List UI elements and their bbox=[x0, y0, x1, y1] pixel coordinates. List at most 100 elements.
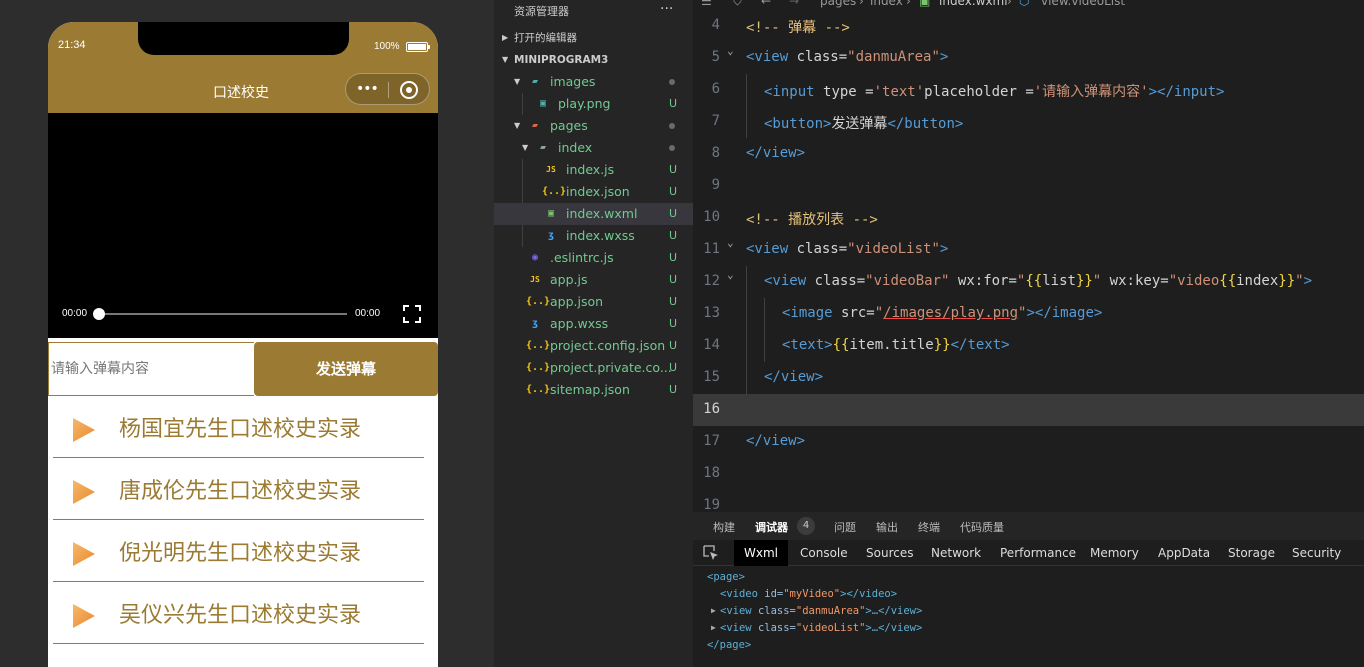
folder-images-icon: ▰ bbox=[531, 76, 539, 87]
video-list: 杨国宜先生口述校史实录 唐成伦先生口述校史实录 倪光明先生口述校史实录 吴仪兴先… bbox=[53, 396, 424, 644]
file-name: images bbox=[550, 74, 596, 89]
video-progress-track[interactable] bbox=[99, 313, 347, 315]
file-name: index.wxml bbox=[566, 206, 638, 221]
code-line[interactable]: 11 ⌄ <view class="videoList"> bbox=[693, 234, 1364, 266]
tree-item-app-wxss[interactable]: ʒ app.wxss U bbox=[494, 313, 693, 335]
inspect-element-icon[interactable] bbox=[703, 545, 719, 561]
code-line[interactable]: 18 bbox=[693, 458, 1364, 490]
tab-debugger[interactable]: 调试器 bbox=[755, 519, 788, 535]
dom-node[interactable]: </page> bbox=[707, 639, 751, 656]
tab-terminal[interactable]: 终端 bbox=[918, 519, 940, 535]
code-line[interactable]: 12 ⌄ <view class="videoBar" wx:for="{{li… bbox=[693, 266, 1364, 298]
tree-item-play-png[interactable]: ▣ play.png U bbox=[494, 93, 693, 115]
code-line[interactable]: 13 <image src="/images/play.png"></image… bbox=[693, 298, 1364, 330]
code-editor[interactable]: ☰ ⛉ ← → pages › index › ▣ index.wxml › ⬡… bbox=[693, 0, 1364, 512]
code-line[interactable]: 5 ⌄ <view class="danmuArea"> bbox=[693, 42, 1364, 74]
dom-node[interactable]: <view class="videoList">…</view> bbox=[720, 622, 922, 639]
code-text: <!-- 弹幕 --> bbox=[746, 20, 850, 36]
video-list-item[interactable]: 唐成伦先生口述校史实录 bbox=[53, 458, 424, 520]
tab-security[interactable]: Security bbox=[1292, 546, 1341, 560]
code-line-current[interactable]: 16 bbox=[693, 394, 1364, 426]
breadcrumb-item[interactable]: index.wxml bbox=[939, 0, 1008, 8]
code-line[interactable]: 17 </view> bbox=[693, 426, 1364, 458]
tree-item-index-folder[interactable]: ▼ ▰ index bbox=[494, 137, 693, 159]
tab-performance[interactable]: Performance bbox=[1000, 546, 1076, 560]
breadcrumb-item[interactable]: pages bbox=[820, 0, 856, 8]
file-explorer: 资源管理器 ··· ▶ 打开的编辑器 ▼ MINIPROGRAM3 ▼ ▰ im… bbox=[494, 0, 693, 667]
dom-node[interactable]: <video id="myVideo"></video> bbox=[720, 588, 897, 605]
dom-node[interactable]: <view class="danmuArea">…</view> bbox=[720, 605, 922, 622]
code-line[interactable]: 9 bbox=[693, 170, 1364, 202]
expand-caret-icon[interactable]: ▶ bbox=[711, 623, 716, 632]
code-line[interactable]: 6 <input type ='text'placeholder ='请输入弹幕… bbox=[693, 74, 1364, 106]
tab-problems[interactable]: 问题 bbox=[834, 519, 856, 535]
tree-item-index-wxml[interactable]: ▣ index.wxml U bbox=[494, 203, 693, 225]
tree-item-project-config[interactable]: {..} project.config.json U bbox=[494, 335, 693, 357]
video-list-item[interactable]: 吴仪兴先生口述校史实录 bbox=[53, 582, 424, 644]
tab-sources[interactable]: Sources bbox=[866, 546, 913, 560]
json-file-icon: {..} bbox=[526, 296, 551, 307]
tree-item-app-js[interactable]: JS app.js U bbox=[494, 269, 693, 291]
git-status: U bbox=[669, 207, 678, 220]
tree-item-index-wxss[interactable]: ʒ index.wxss U bbox=[494, 225, 693, 247]
breadcrumb-item[interactable]: view.videoList bbox=[1041, 0, 1125, 8]
line-number: 10 bbox=[703, 209, 720, 225]
play-icon bbox=[73, 542, 95, 566]
tree-item-images[interactable]: ▼ ▰ images bbox=[494, 71, 693, 93]
tree-item-eslintrc[interactable]: ◉ .eslintrc.js U bbox=[494, 247, 693, 269]
video-list-item[interactable]: 倪光明先生口述校史实录 bbox=[53, 520, 424, 582]
tab-console[interactable]: Console bbox=[800, 546, 848, 560]
code-text: <view class="danmuArea"> bbox=[746, 49, 949, 65]
line-number: 13 bbox=[703, 305, 720, 321]
tree-item-pages[interactable]: ▼ ▰ pages bbox=[494, 115, 693, 137]
back-arrow-icon[interactable]: ← bbox=[761, 0, 771, 8]
code-line[interactable]: 7 <button>发送弹幕</button> bbox=[693, 106, 1364, 138]
fullscreen-icon[interactable] bbox=[403, 305, 421, 323]
tab-output[interactable]: 输出 bbox=[876, 519, 898, 535]
close-miniprogram-icon[interactable] bbox=[400, 81, 418, 99]
chevron-down-icon[interactable]: ⌄ bbox=[727, 236, 734, 249]
tab-network[interactable]: Network bbox=[931, 546, 981, 560]
bookmark-icon[interactable]: ⛉ bbox=[733, 0, 742, 9]
code-line[interactable]: 19 bbox=[693, 490, 1364, 512]
video-list-item[interactable]: 杨国宜先生口述校史实录 bbox=[53, 396, 424, 458]
video-player[interactable]: 00:00 00:00 bbox=[48, 113, 438, 338]
tab-wxml[interactable]: Wxml bbox=[734, 540, 788, 566]
line-number: 7 bbox=[711, 113, 720, 129]
tab-build[interactable]: 构建 bbox=[713, 519, 735, 535]
send-danmu-button[interactable]: 发送弹幕 bbox=[254, 342, 438, 396]
tree-item-app-json[interactable]: {..} app.json U bbox=[494, 291, 693, 313]
forward-arrow-icon[interactable]: → bbox=[789, 0, 799, 8]
code-text: <button>发送弹幕</button> bbox=[764, 116, 964, 132]
breadcrumb-item[interactable]: index bbox=[870, 0, 903, 8]
code-line[interactable]: 8 </view> bbox=[693, 138, 1364, 170]
more-actions-icon[interactable]: ··· bbox=[660, 1, 673, 17]
more-dots-icon[interactable]: ••• bbox=[356, 82, 380, 96]
video-progress-thumb[interactable] bbox=[93, 308, 105, 320]
tab-appdata[interactable]: AppData bbox=[1158, 546, 1210, 560]
dom-node[interactable]: <page> bbox=[707, 571, 745, 588]
git-status: U bbox=[669, 295, 678, 308]
open-editors-section[interactable]: ▶ 打开的编辑器 bbox=[494, 27, 693, 49]
code-line[interactable]: 4 <!-- 弹幕 --> bbox=[693, 10, 1364, 42]
tree-item-index-js[interactable]: JS index.js U bbox=[494, 159, 693, 181]
chevron-down-icon[interactable]: ⌄ bbox=[727, 268, 734, 281]
tab-memory[interactable]: Memory bbox=[1090, 546, 1139, 560]
code-line[interactable]: 15 </view> bbox=[693, 362, 1364, 394]
tree-item-sitemap[interactable]: {..} sitemap.json U bbox=[494, 379, 693, 401]
expand-caret-icon[interactable]: ▶ bbox=[711, 606, 716, 615]
code-line[interactable]: 14 <text>{{item.title}}</text> bbox=[693, 330, 1364, 362]
tab-code-quality[interactable]: 代码质量 bbox=[960, 519, 1004, 535]
danmu-input[interactable] bbox=[48, 342, 254, 396]
menu-capsule[interactable]: ••• bbox=[345, 73, 430, 105]
tab-storage[interactable]: Storage bbox=[1228, 546, 1275, 560]
tree-item-index-json[interactable]: {..} index.json U bbox=[494, 181, 693, 203]
line-number: 6 bbox=[711, 81, 720, 97]
breadcrumb-separator: › bbox=[906, 0, 911, 8]
code-line[interactable]: 10 <!-- 播放列表 --> bbox=[693, 202, 1364, 234]
list-icon[interactable]: ☰ bbox=[701, 0, 712, 8]
project-section[interactable]: ▼ MINIPROGRAM3 bbox=[494, 49, 693, 71]
chevron-down-icon[interactable]: ⌄ bbox=[727, 44, 734, 57]
chevron-down-icon: ▼ bbox=[514, 121, 521, 130]
tree-item-project-private[interactable]: {..} project.private.co... U bbox=[494, 357, 693, 379]
